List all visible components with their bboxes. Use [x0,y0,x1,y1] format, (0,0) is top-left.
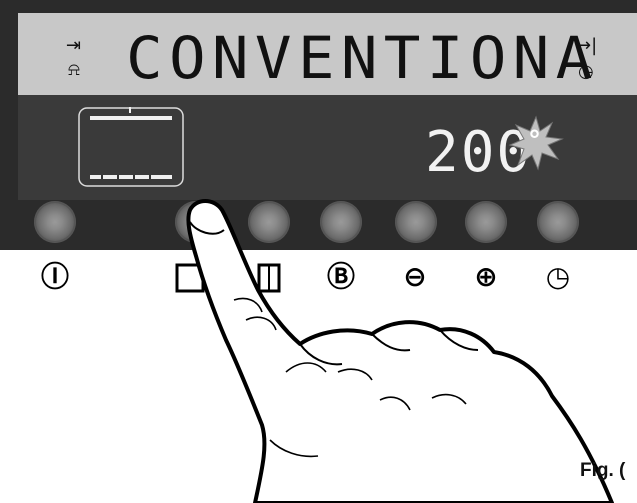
pointing-hand-illustration [186,199,614,503]
figure-label: Fig. ( [580,460,626,481]
